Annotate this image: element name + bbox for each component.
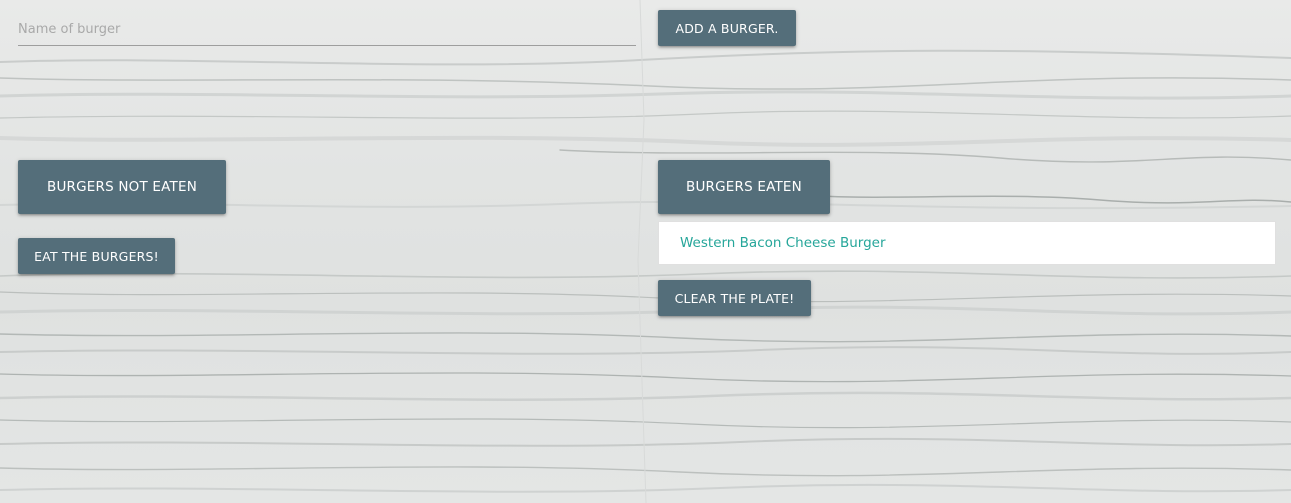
burgers-eaten-button[interactable]: BURGERS EATEN bbox=[658, 160, 830, 214]
eat-burgers-button[interactable]: EAT THE BURGERS! bbox=[18, 238, 175, 274]
burger-name-input[interactable] bbox=[18, 14, 636, 46]
clear-plate-button[interactable]: CLEAR THE PLATE! bbox=[658, 280, 811, 316]
add-burger-button[interactable]: ADD A BURGER. bbox=[658, 10, 796, 46]
burgers-not-eaten-button[interactable]: BURGERS NOT EATEN bbox=[18, 160, 226, 214]
eaten-burger-item: Western Bacon Cheese Burger bbox=[680, 235, 886, 251]
eaten-burger-list: Western Bacon Cheese Burger bbox=[658, 221, 1276, 265]
